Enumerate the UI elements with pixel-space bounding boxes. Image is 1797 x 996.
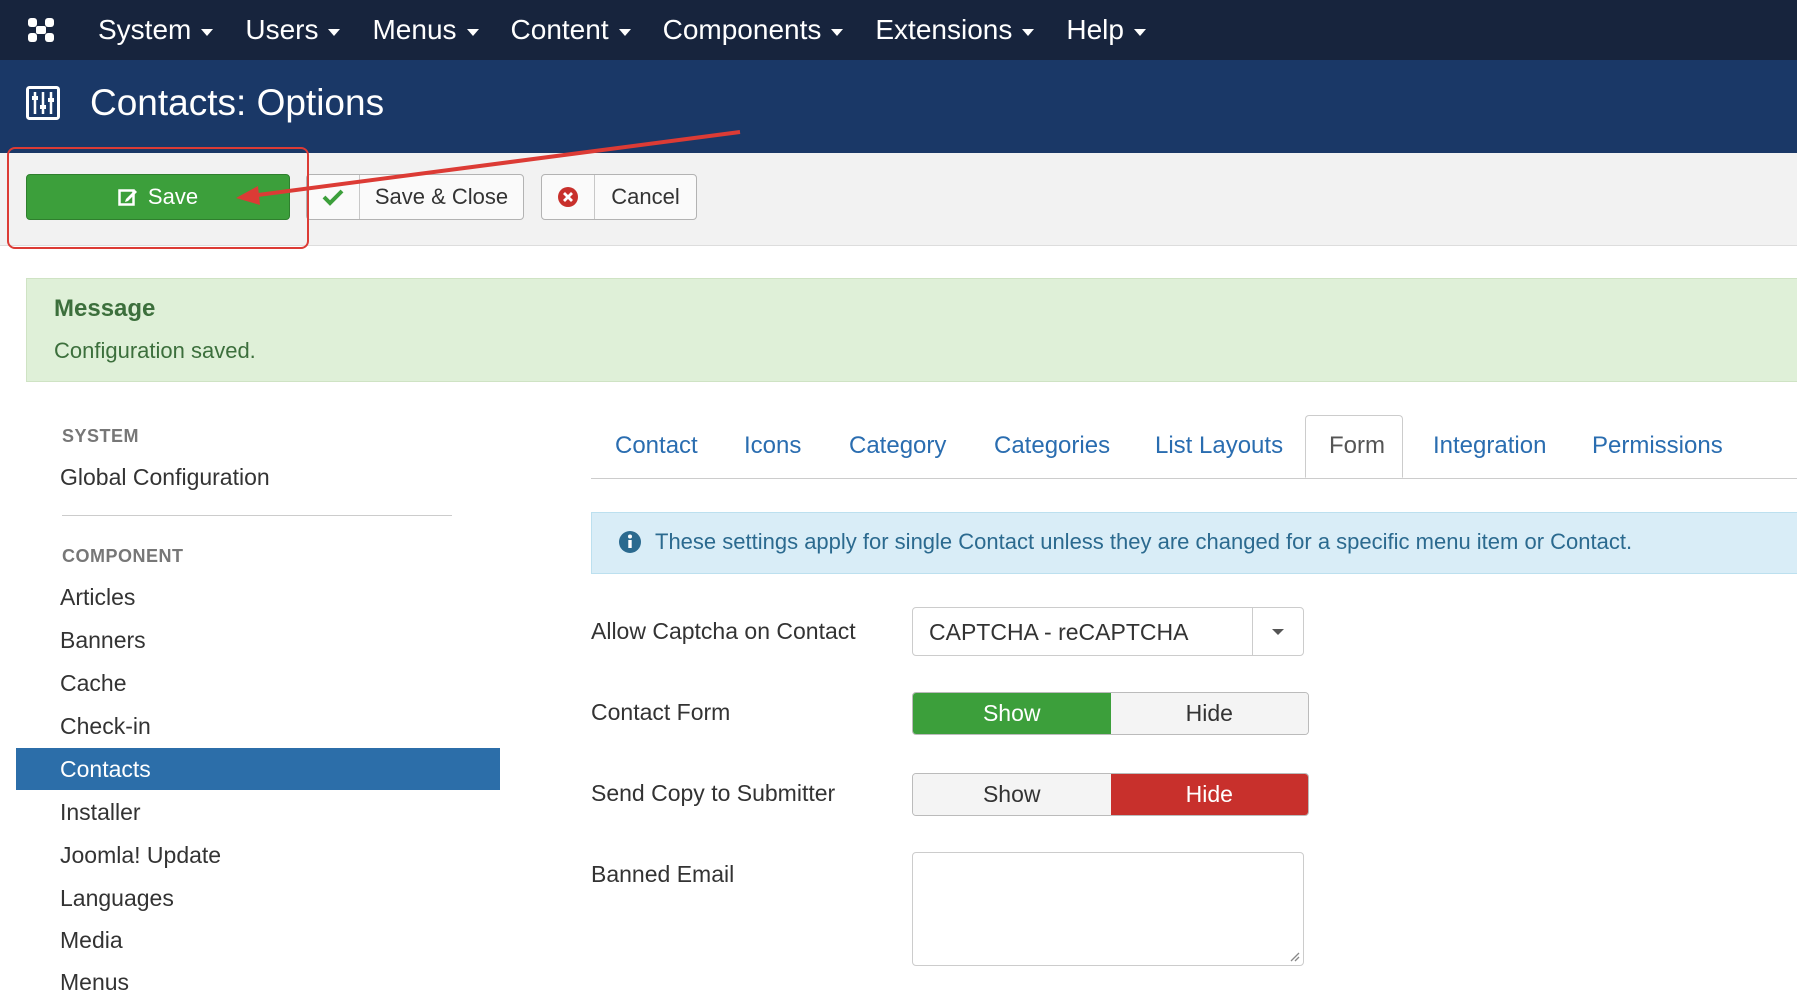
banned-email-textarea[interactable] xyxy=(912,852,1304,966)
page-title: Contacts: Options xyxy=(90,82,385,123)
cancel-button[interactable]: Cancel xyxy=(541,174,697,220)
tab-permissions[interactable]: Permissions xyxy=(1592,432,1723,460)
send-copy-toggle: Show Hide xyxy=(912,773,1309,816)
sidebar-item-installer[interactable]: Installer xyxy=(60,799,141,826)
info-icon xyxy=(619,531,641,553)
chevron-down-icon xyxy=(831,28,844,36)
info-text: These settings apply for single Contact … xyxy=(655,529,1633,554)
sidebar-item-check-in[interactable]: Check-in xyxy=(60,713,151,740)
menu-menus[interactable]: Menus xyxy=(356,0,494,60)
sidebar-divider xyxy=(62,515,452,516)
menu-help[interactable]: Help xyxy=(1050,0,1162,60)
contact-form-hide-option[interactable]: Hide xyxy=(1110,693,1308,734)
chevron-down-icon xyxy=(328,28,341,36)
chevron-down-icon xyxy=(466,28,479,36)
joomla-logo-icon[interactable] xyxy=(24,14,58,46)
chevron-down-icon xyxy=(201,28,214,36)
sidebar-item-cache[interactable]: Cache xyxy=(60,670,126,697)
sidebar-heading-component: COMPONENT xyxy=(62,546,184,566)
message-heading: Message xyxy=(54,295,156,322)
contact-form-label: Contact Form xyxy=(591,699,731,725)
edit-icon xyxy=(118,189,137,206)
menu-users[interactable]: Users xyxy=(229,0,356,60)
tab-integration[interactable]: Integration xyxy=(1433,432,1546,460)
send-copy-label: Send Copy to Submitter xyxy=(591,780,836,806)
menu-extensions[interactable]: Extensions xyxy=(859,0,1050,60)
menu-components[interactable]: Components xyxy=(647,0,860,60)
send-copy-hide-option[interactable]: Hide xyxy=(1110,774,1308,815)
tab-categories[interactable]: Categories xyxy=(994,432,1110,460)
info-alert: These settings apply for single Contact … xyxy=(591,512,1797,574)
save-close-button[interactable]: Save & Close xyxy=(306,174,524,220)
options-tabs: Contact Icons Category Categories List L… xyxy=(591,415,1797,479)
tab-list-layouts[interactable]: List Layouts xyxy=(1155,432,1283,460)
save-button[interactable]: Save xyxy=(26,174,290,220)
sidebar-item-banners[interactable]: Banners xyxy=(60,627,146,654)
check-icon xyxy=(322,189,344,206)
resize-grip-icon[interactable] xyxy=(1288,950,1300,962)
success-message: Message Configuration saved. xyxy=(26,278,1797,382)
captcha-select[interactable]: CAPTCHA - reCAPTCHA xyxy=(912,607,1304,656)
contact-form-toggle: Show Hide xyxy=(912,692,1309,735)
banned-email-label: Banned Email xyxy=(591,861,735,887)
top-navbar: System Users Menus Content Components Ex… xyxy=(0,0,1797,60)
send-copy-show-option[interactable]: Show xyxy=(913,774,1111,815)
sidebar-heading-system: SYSTEM xyxy=(62,426,140,446)
menu-system[interactable]: System xyxy=(82,0,229,60)
tab-contact[interactable]: Contact xyxy=(615,432,698,460)
captcha-label: Allow Captcha on Contact xyxy=(591,618,856,644)
sidebar-item-media[interactable]: Media xyxy=(60,927,123,954)
captcha-selected-value: CAPTCHA - reCAPTCHA xyxy=(929,619,1189,645)
sidebar-item-joomla-update[interactable]: Joomla! Update xyxy=(60,842,221,869)
sidebar-item-menus[interactable]: Menus xyxy=(60,969,129,996)
tab-icons[interactable]: Icons xyxy=(744,432,801,460)
toolbar: Save Save & Close Cancel xyxy=(0,153,1797,246)
options-sliders-icon xyxy=(26,86,60,120)
sidebar-item-articles[interactable]: Articles xyxy=(60,584,135,611)
page-header: Contacts: Options xyxy=(0,60,1797,153)
dropdown-caret-icon[interactable] xyxy=(1252,608,1303,655)
menu-content[interactable]: Content xyxy=(495,0,647,60)
chevron-down-icon xyxy=(1133,28,1146,36)
sidebar-item-languages[interactable]: Languages xyxy=(60,885,174,912)
cancel-circle-icon xyxy=(558,187,578,207)
top-menu: System Users Menus Content Components Ex… xyxy=(82,0,1162,60)
tab-form[interactable]: Form xyxy=(1329,432,1385,460)
contact-form-show-option[interactable]: Show xyxy=(913,693,1111,734)
chevron-down-icon xyxy=(618,28,631,36)
sidebar-item-global-configuration[interactable]: Global Configuration xyxy=(60,464,270,491)
sidebar-item-contacts[interactable]: Contacts xyxy=(60,756,151,783)
chevron-down-icon xyxy=(1022,28,1035,36)
tab-category[interactable]: Category xyxy=(849,432,946,460)
message-text: Configuration saved. xyxy=(54,338,256,363)
